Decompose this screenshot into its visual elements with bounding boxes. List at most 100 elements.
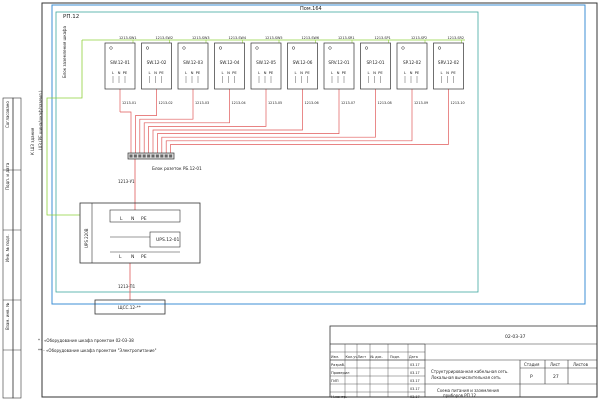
ups-terminal-pe: PE <box>141 216 147 222</box>
tb-code: 02-03-37 <box>505 334 526 340</box>
device-2: SW.12-02L N PE1213-SW21213-02 <box>141 36 173 105</box>
device-1: SW.12-01L N PE1213-SW11213-01 <box>104 36 137 105</box>
device-name: SW.12-06 <box>293 60 313 65</box>
tb-stage-label: Стадия <box>524 362 540 367</box>
tb-project-line-2: Локальная вычислительная сеть <box>431 375 501 380</box>
device-name: SP.12-02 <box>403 60 421 65</box>
device-cable-in: 1213-SR1 <box>338 36 355 40</box>
tb-header-cell: Лист <box>358 355 367 359</box>
device-terminal-label: PE <box>159 70 164 75</box>
outlet-socket <box>164 154 168 158</box>
device-terminal-label: PE <box>305 70 310 75</box>
device-feed-route <box>165 112 413 153</box>
device-box <box>141 42 172 90</box>
device-terminal-label: N <box>154 70 157 75</box>
device-feed-route <box>161 112 376 153</box>
device-terminal-label: N <box>118 70 121 75</box>
device-cable-out: 1213-08 <box>378 101 392 105</box>
device-name: SP.12-01 <box>366 60 384 65</box>
tb-header-cell: Дата <box>409 355 418 359</box>
title-block: Изм. Кол.уч. Лист № док. Подп. ДатаРазраб. 03.… <box>329 325 598 399</box>
note-2: ** - «Оборудование шкафа проектом "Элект… <box>38 348 157 353</box>
tb-role: Проверил <box>331 371 349 375</box>
tb-header-cell: Подп. <box>390 355 400 359</box>
device-cable-in: 1213-SR2 <box>448 36 465 40</box>
note-1: * - «Оборудование шкафа проектом 02-03-3… <box>38 338 134 343</box>
outlet-socket <box>138 154 142 158</box>
device-name: SW.12-01 <box>110 60 130 65</box>
device-name: SW.12-04 <box>220 60 240 65</box>
device-cable-out: 1213-02 <box>159 101 173 105</box>
side-stamp: Подп. и дата Инв. № подл. Взам. инв. № С… <box>2 97 22 399</box>
device-box <box>396 42 428 90</box>
device-cable-out: 1213-10 <box>451 101 465 105</box>
side-label-replace: Взам. инв. № <box>5 303 10 330</box>
tb-date: 03.17 <box>410 395 420 399</box>
device-feed-route <box>143 112 230 153</box>
device-cable-out: 1213-07 <box>341 101 355 105</box>
device-name: SW.12-02 <box>147 60 167 65</box>
device-3: SW.12-03L N PE1213-SW31213-03 <box>177 36 210 105</box>
ups-out-l: L <box>119 254 122 260</box>
outlet-socket <box>169 154 173 158</box>
tb-header-cell: Изм. <box>331 355 339 359</box>
device-name: SRV.12-02 <box>438 60 459 65</box>
device-cable-out: 1213-04 <box>232 101 246 105</box>
device-terminal-label: PE <box>378 70 383 75</box>
ups-out-n: N <box>131 254 134 260</box>
ups-cable-label: 1213-У1 <box>118 179 135 184</box>
outlet-block-label: Блок розеток РБ.12-01 <box>152 166 202 171</box>
side-label-agreed: Согласовано <box>5 101 10 128</box>
device-terminal-label: PE <box>451 70 456 75</box>
device-8: SP.12-01L N PE1213-SP11213-08 <box>360 36 392 105</box>
device-feed-route <box>157 112 340 153</box>
tb-date: 03.17 <box>410 363 420 367</box>
device-layer: SW.12-01L N PE1213-SW11213-01SW.12-02L N PE1… <box>104 36 465 105</box>
tb-project-line-1: Структурированная кабельная сеть. <box>431 369 509 374</box>
device-terminal-label: PE <box>123 70 128 75</box>
tb-stage: Р <box>530 374 533 380</box>
outlet-block: Блок розеток РБ.12-01 <box>127 152 202 171</box>
device-box <box>360 42 391 90</box>
device-cable-out: 1213-06 <box>305 101 319 105</box>
device-box <box>214 42 245 90</box>
tb-date: 03.17 <box>410 379 420 383</box>
device-cable-in: 1213-SW4 <box>229 36 247 40</box>
side-label-inv: Инв. № подл. <box>5 234 10 262</box>
device-cable-in: 1213-SW5 <box>265 36 283 40</box>
device-5: SW.12-05L N PE1213-SW51213-05 <box>250 36 283 105</box>
device-cable-in: 1213-SW3 <box>192 36 210 40</box>
tb-date: 03.17 <box>410 371 420 375</box>
device-9: SP.12-02L N PE1213-SP21213-09 <box>396 36 428 105</box>
device-cable-out: 1213-03 <box>195 101 209 105</box>
device-feed-route <box>152 112 303 153</box>
device-cable-in: 1213-SP1 <box>375 36 391 40</box>
side-label-sign: Подп. и дата <box>5 162 10 190</box>
tb-sheet: 27 <box>553 374 559 380</box>
device-terminal-label: PE <box>342 70 347 75</box>
device-terminal-label: N <box>264 70 267 75</box>
ups-out-pe: PE <box>141 254 147 260</box>
device-terminal-label: PE <box>269 70 274 75</box>
ups-terminal-l: L <box>120 216 123 222</box>
outlet-socket <box>142 154 146 158</box>
tb-role: Разраб. <box>331 363 345 367</box>
ground-cable-label: К ШЗ здания <box>30 127 35 155</box>
device-cable-in: 1213-SW1 <box>119 36 137 40</box>
device-cable-out: 1213-09 <box>414 101 428 105</box>
ups-unit: L N PE UPS.12-01 UPS 220В L N PE 1213-У1… <box>79 179 201 289</box>
ups-note: UPS 220В <box>84 228 89 248</box>
device-terminal-label: N <box>337 70 340 75</box>
device-name: SW.12-03 <box>183 60 203 65</box>
feed-cable-label: 1213-П1 <box>118 284 136 289</box>
tb-role: Н.контр. <box>331 395 347 399</box>
device-box <box>433 42 464 90</box>
device-terminal-label: N <box>191 70 194 75</box>
device-cable-out: 1213-05 <box>268 101 282 105</box>
device-cable-in: 1213-SW6 <box>302 36 320 40</box>
diagram-canvas: Пом.164 РП.12 Подп. и дата Инв. № подл. … <box>2 2 598 399</box>
device-cable-in: 1213-SP2 <box>411 36 427 40</box>
device-cable-out: 1213-01 <box>122 101 136 105</box>
rack-ground-label: Блок заземления шкафа <box>62 26 67 78</box>
device-box <box>323 42 355 90</box>
